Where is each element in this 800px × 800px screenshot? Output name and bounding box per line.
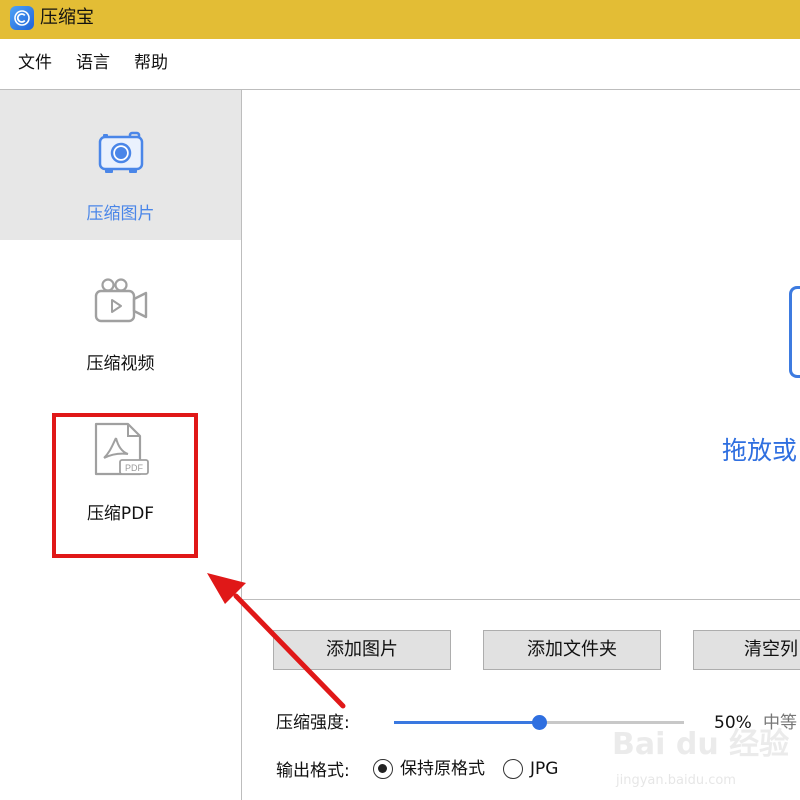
drop-hint-text: 拖放或	[722, 436, 798, 465]
upload-icon	[789, 286, 800, 378]
sidebar-item-label: 压缩图片	[86, 204, 155, 224]
radio-keep-format[interactable]	[373, 759, 393, 779]
format-label: 输出格式:	[276, 761, 350, 781]
radio-selected-dot	[378, 764, 387, 773]
title-bar: 压缩宝	[0, 0, 800, 39]
menu-file[interactable]: 文件	[18, 52, 52, 74]
window-title: 压缩宝	[40, 7, 94, 28]
strength-label: 压缩强度:	[276, 713, 350, 733]
clear-list-button[interactable]: 清空列	[693, 630, 800, 670]
video-camera-icon	[92, 273, 150, 331]
sidebar-item-compress-video[interactable]: 压缩视频	[0, 240, 241, 390]
menu-language[interactable]: 语言	[76, 52, 110, 74]
strength-slider-fill	[394, 721, 539, 724]
drop-zone[interactable]: 拖放或	[242, 90, 800, 599]
sidebar-item-label: 压缩视频	[86, 354, 155, 374]
watermark: Bai du 经验 jingyan.baidu.com	[612, 715, 800, 800]
sidebar-item-compress-image[interactable]: 压缩图片	[0, 90, 241, 240]
compress-logo-icon	[10, 6, 34, 30]
watermark-text: Bai du 经验	[612, 727, 790, 762]
radio-keep-format-label[interactable]: 保持原格式	[400, 758, 485, 780]
radio-jpg-label: JPG	[530, 759, 559, 779]
camera-icon	[92, 123, 150, 181]
dropzone-divider	[242, 599, 800, 600]
add-folder-button[interactable]: 添加文件夹	[483, 630, 661, 670]
menu-help[interactable]: 帮助	[134, 52, 168, 74]
annotation-highlight-box	[52, 413, 198, 558]
radio-jpg[interactable]	[503, 759, 523, 779]
strength-slider-thumb[interactable]	[531, 715, 547, 730]
watermark-subtext: jingyan.baidu.com	[616, 773, 736, 788]
menu-bar: 文件 语言 帮助	[0, 39, 800, 89]
add-image-button[interactable]: 添加图片	[273, 630, 451, 670]
